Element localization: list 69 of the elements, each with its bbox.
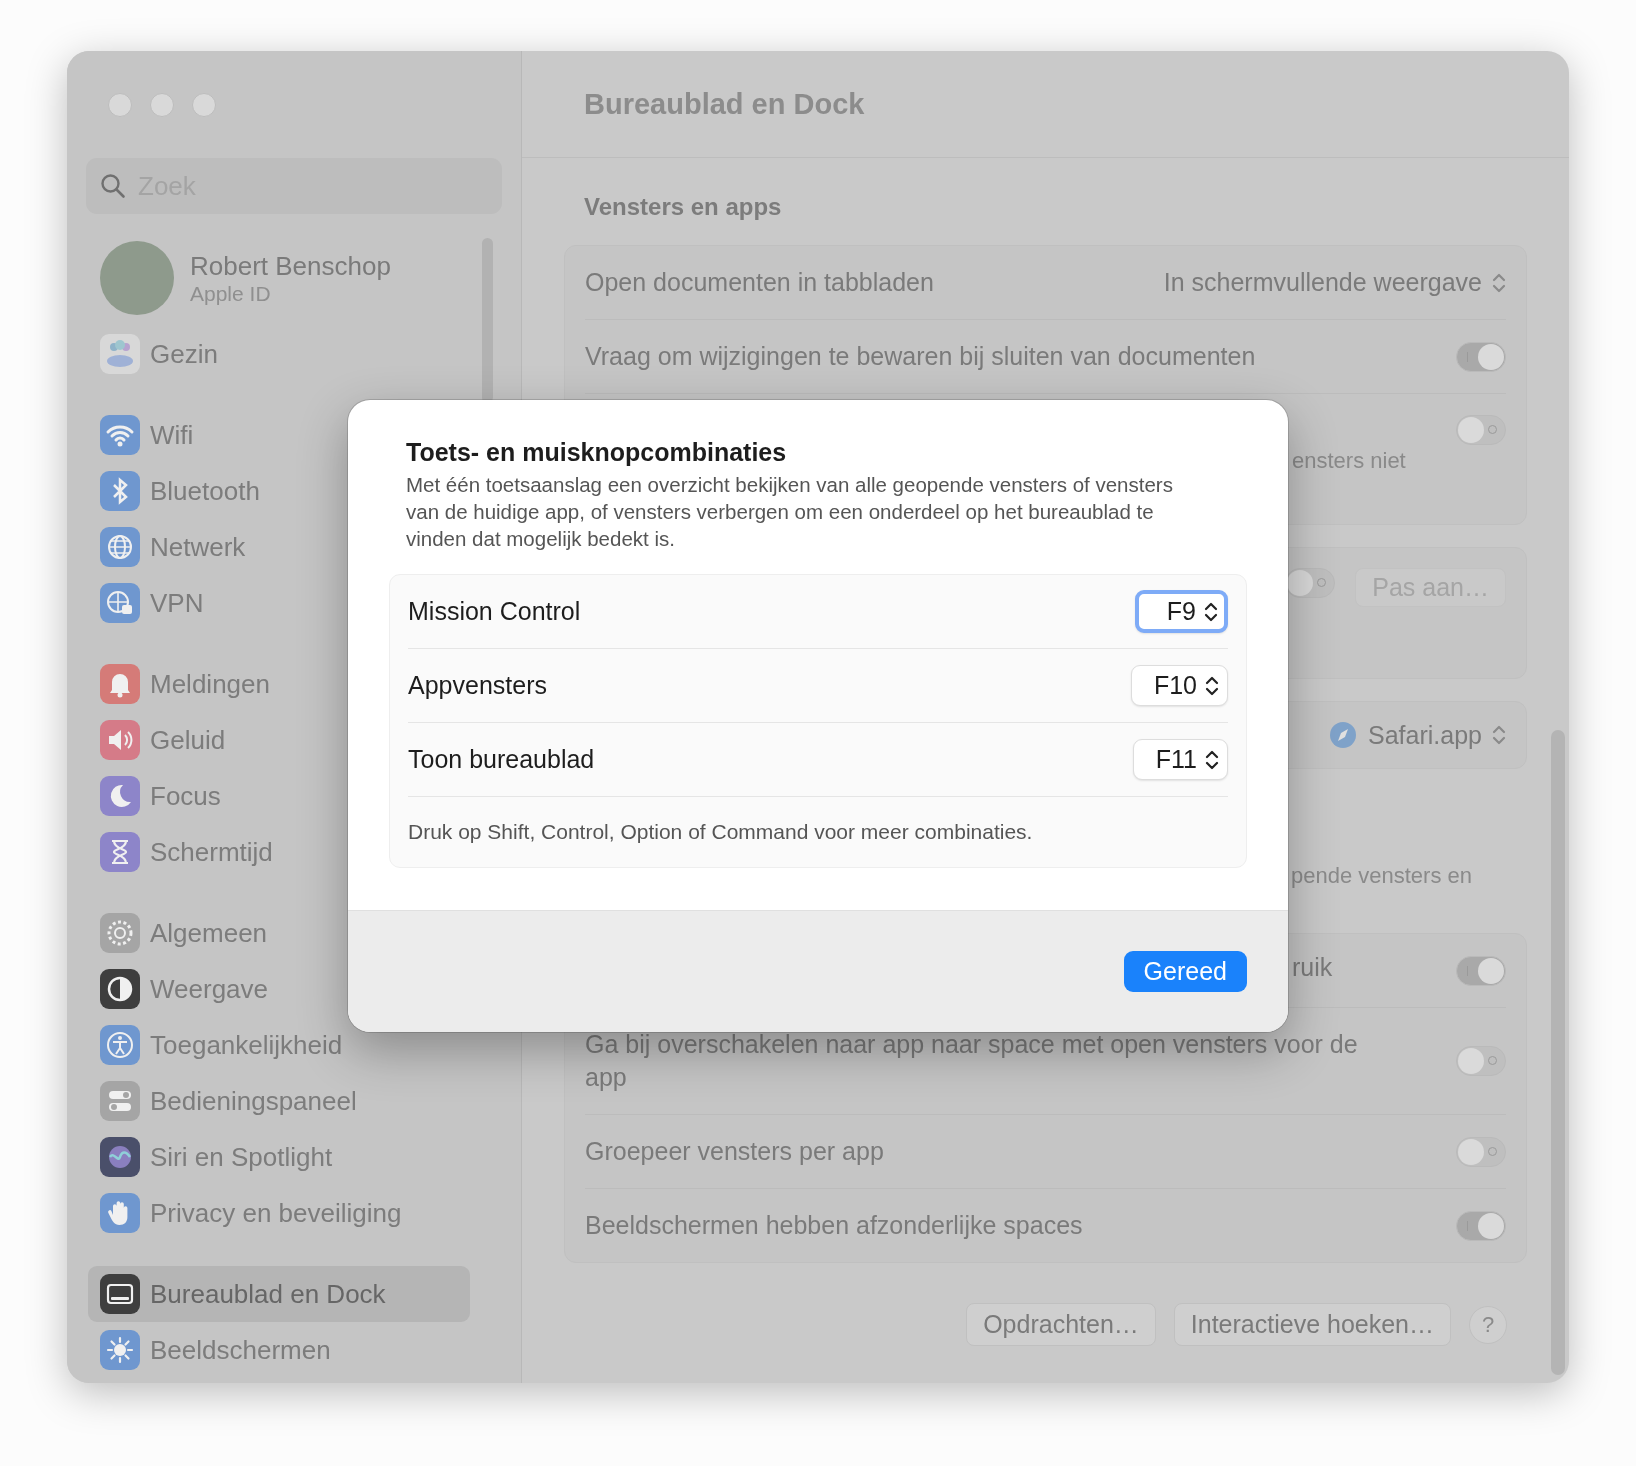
sidebar-item[interactable]: Siri en Spotlight: [88, 1129, 470, 1185]
sidebar-item[interactable]: Privacy en beveiliging: [88, 1185, 470, 1241]
dialog-description: Met één toetsaanslag een overzicht bekijken van alle geopende vensters of vensters van de huidige app, of vensters verbergen om een onderdeel op het bureaublad te vinden dat mogelijk bedekt is.: [405, 472, 1174, 552]
toggle-switch[interactable]: [1456, 1136, 1506, 1167]
chevron-icon: [1492, 271, 1506, 294]
toggles-icon: [100, 1081, 140, 1121]
contrast-icon: [100, 969, 140, 1009]
shortcut-label: Appvensters: [408, 671, 547, 700]
key-popup[interactable]: F11: [1132, 739, 1228, 780]
dock-icon: [100, 1274, 140, 1314]
chevron-icon: [1205, 674, 1219, 697]
setting-label: Beeldschermen hebben afzonderlijke spaces: [585, 1210, 1083, 1241]
search-icon: [100, 173, 126, 199]
shortcut-label: Mission Control: [408, 597, 581, 626]
toggle-switch[interactable]: [1456, 1046, 1506, 1076]
chevron-icon: [1492, 724, 1506, 746]
chevron-icon: [1204, 600, 1218, 623]
done-button[interactable]: Gereed: [1123, 951, 1247, 992]
bell-icon: [100, 664, 140, 704]
dialog-title: Toets- en muisknopcombinaties: [405, 438, 788, 467]
sun-icon: [100, 1330, 140, 1370]
hourglass-icon: [100, 832, 140, 872]
window-title: Bureaublad en Dock: [584, 87, 865, 121]
toggle-switch[interactable]: [1285, 568, 1336, 598]
globe-icon: [100, 583, 140, 623]
key-popup[interactable]: F10: [1130, 665, 1228, 706]
wifi-icon: [100, 415, 140, 455]
toggle-switch[interactable]: [1456, 955, 1506, 986]
window-control[interactable]: [150, 92, 174, 117]
footer-button[interactable]: Opdrachten…: [966, 1303, 1156, 1346]
setting-label: ruik: [1292, 952, 1333, 982]
popup-button[interactable]: In schermvullende weergave: [1163, 268, 1506, 297]
sidebar-item[interactable]: Bureaublad en Dock: [88, 1266, 470, 1322]
scrollbar[interactable]: [482, 238, 493, 403]
popup-button[interactable]: Safari.app: [1368, 720, 1506, 750]
sidebar-item[interactable]: Gezin: [88, 326, 470, 382]
toggle-switch[interactable]: [1456, 415, 1506, 445]
accessibility-icon: [100, 1025, 140, 1065]
hand-icon: [100, 1193, 140, 1233]
orb-icon: [100, 1137, 140, 1177]
window-control[interactable]: [192, 92, 216, 117]
sidebar-item[interactable]: Algemeen: [88, 905, 470, 961]
sidebar-item[interactable]: Weergave: [88, 961, 470, 1017]
footer-button[interactable]: Interactieve hoeken…: [1173, 1303, 1451, 1346]
speaker-icon: [100, 720, 140, 760]
globe-icon: [100, 527, 140, 567]
setting-label: Vraag om wijzigingen te bewaren bij sluiten van documenten: [585, 341, 1256, 372]
gear-icon: [100, 913, 140, 953]
window-control[interactable]: [108, 92, 132, 117]
setting-label: Groepeer vensters per app: [585, 1136, 884, 1167]
family-icon: [100, 334, 140, 374]
scrollbar[interactable]: [1551, 730, 1565, 1375]
toggle-switch[interactable]: [1456, 341, 1506, 372]
bluetooth-icon: [100, 471, 140, 511]
moon-icon: [100, 776, 140, 816]
setting-label: Open documenten in tabbladen: [585, 267, 934, 298]
sidebar-item[interactable]: Bedieningspaneel: [88, 1073, 470, 1129]
chevron-icon: [1205, 748, 1219, 771]
compass-icon: [1328, 720, 1359, 750]
section-heading: Vensters en apps: [583, 193, 783, 222]
help-button[interactable]: ?: [1469, 1305, 1507, 1344]
setting-description: pende vensters en: [1291, 863, 1473, 889]
toggle-switch[interactable]: [1456, 1210, 1506, 1241]
sidebar-item[interactable]: Toegankelijkheid: [88, 1017, 470, 1073]
setting-description: ensters niet: [1292, 448, 1406, 474]
setting-label: Ga bij overschakelen naar app naar space met open vensters voor de app: [585, 1029, 1359, 1093]
account-name: Robert Benschop: [190, 250, 391, 282]
key-popup[interactable]: F9: [1134, 590, 1228, 633]
sidebar-item[interactable]: Beeldschermen: [88, 1322, 470, 1378]
